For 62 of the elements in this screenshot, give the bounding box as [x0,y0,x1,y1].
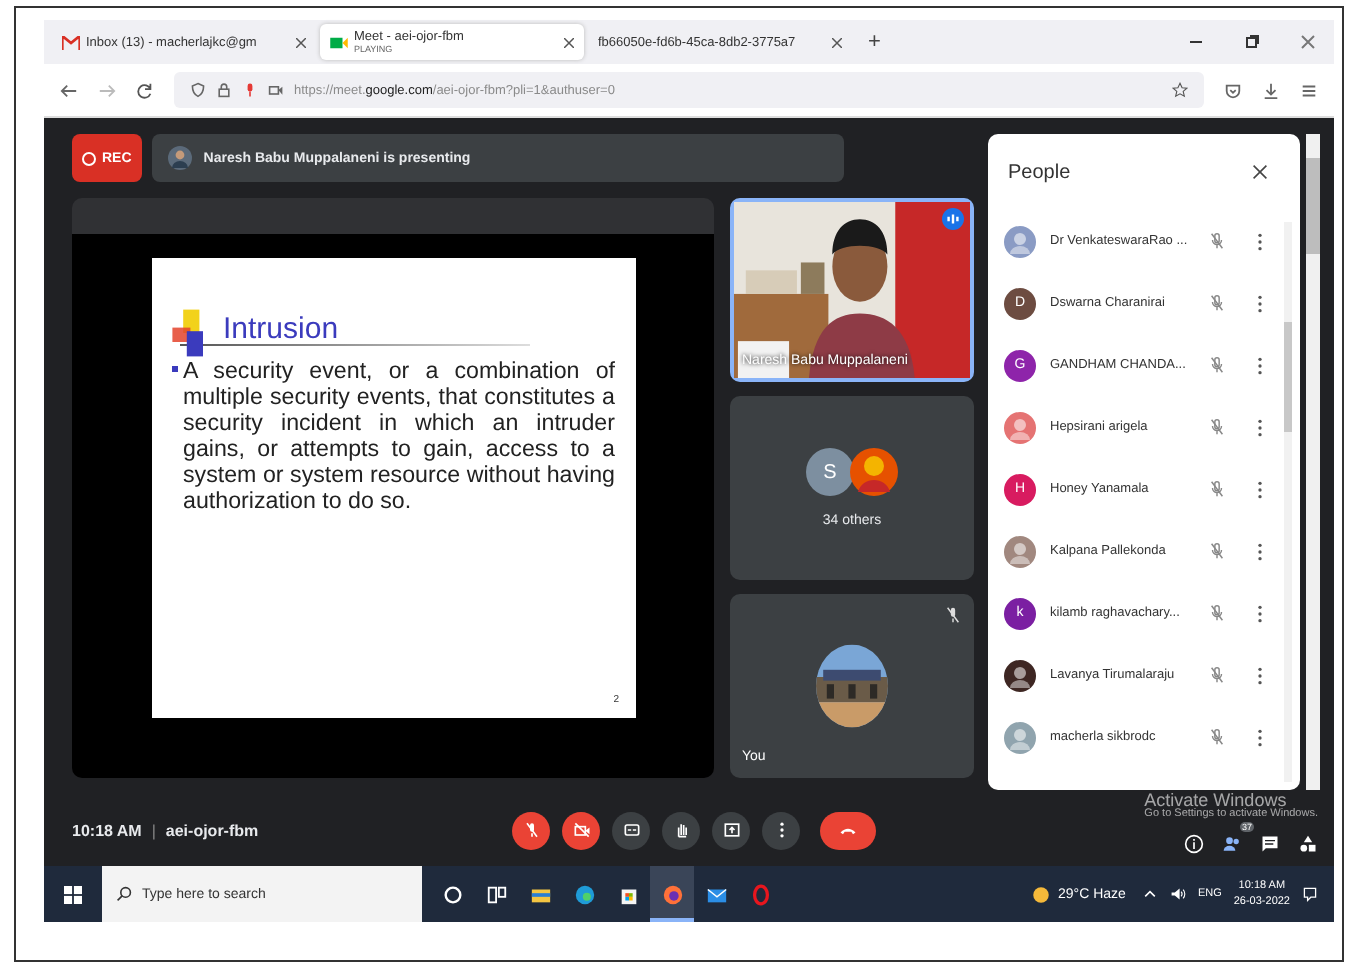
captions-icon [621,820,641,840]
more-icon[interactable] [1256,293,1264,313]
clock-text: 10:18 AM [72,821,142,839]
more-button[interactable] [762,811,800,849]
star-icon[interactable] [1172,82,1188,98]
shapes-icon[interactable] [1298,834,1318,855]
chat-icon[interactable] [1260,834,1280,855]
camera-off-icon [571,820,591,840]
hand-button[interactable] [662,811,700,849]
firefox-app-icon[interactable] [650,866,694,922]
meeting-code: aei-ojor-fbm [165,821,259,839]
back-icon[interactable] [60,81,78,99]
more-icon[interactable] [1256,479,1264,499]
avatar-icon [850,448,898,496]
scrollbar-thumb[interactable] [1284,322,1292,432]
menu-icon[interactable] [1300,81,1318,99]
bullet-icon [171,366,177,372]
separator: | [151,821,156,839]
people-icon[interactable] [1222,834,1242,855]
scrollbar-thumb[interactable] [1306,158,1320,254]
slide-text: A security event, or a combination of multiple security events, that constitutes a security incident in which an intruder gains, or attempts to gain, access to a system or system resource without having authorization to do so. [183,358,615,514]
pocket-icon[interactable] [1224,81,1242,99]
speaker-icon[interactable] [1169,886,1186,902]
more-icon[interactable] [1256,727,1264,747]
person-icon [167,146,192,170]
reload-icon[interactable] [136,81,154,99]
sun-icon [1032,885,1050,903]
shield-icon [190,82,206,98]
camera-button[interactable] [562,811,600,849]
download-icon[interactable] [1262,81,1280,99]
close-icon[interactable] [564,37,574,47]
windows-icon[interactable] [64,885,82,903]
more-icon[interactable] [1256,355,1264,375]
new-tab-button[interactable]: + [856,30,893,54]
present-icon [721,820,741,840]
restore-icon[interactable] [1244,34,1260,50]
close-icon[interactable] [832,37,842,47]
mail-icon [62,35,80,49]
slide-title: Intrusion [223,312,339,346]
notification-icon[interactable] [1302,886,1318,902]
search-icon [116,886,132,902]
mic-button[interactable] [512,811,550,849]
microphone-icon [242,82,258,98]
lock-icon [216,82,232,98]
captions-button[interactable] [612,811,650,849]
more-icon[interactable] [1256,231,1264,251]
close-icon[interactable] [296,37,306,47]
more-icon[interactable] [1256,665,1264,685]
panel-title: People [1008,161,1071,183]
camera-icon [268,82,284,98]
more-icon[interactable] [1256,417,1264,437]
scrollbar[interactable] [1306,134,1320,790]
close-icon[interactable] [1252,164,1268,180]
more-icon[interactable] [1256,603,1264,623]
camera-icon [330,35,348,49]
present-button[interactable] [712,811,750,849]
end-button[interactable] [820,811,876,849]
mic-off-icon [521,820,541,840]
info-icon[interactable] [1184,834,1204,855]
more-icon[interactable] [1256,541,1264,561]
chevron-up-icon[interactable] [1141,886,1158,902]
avatar: S [806,448,854,496]
